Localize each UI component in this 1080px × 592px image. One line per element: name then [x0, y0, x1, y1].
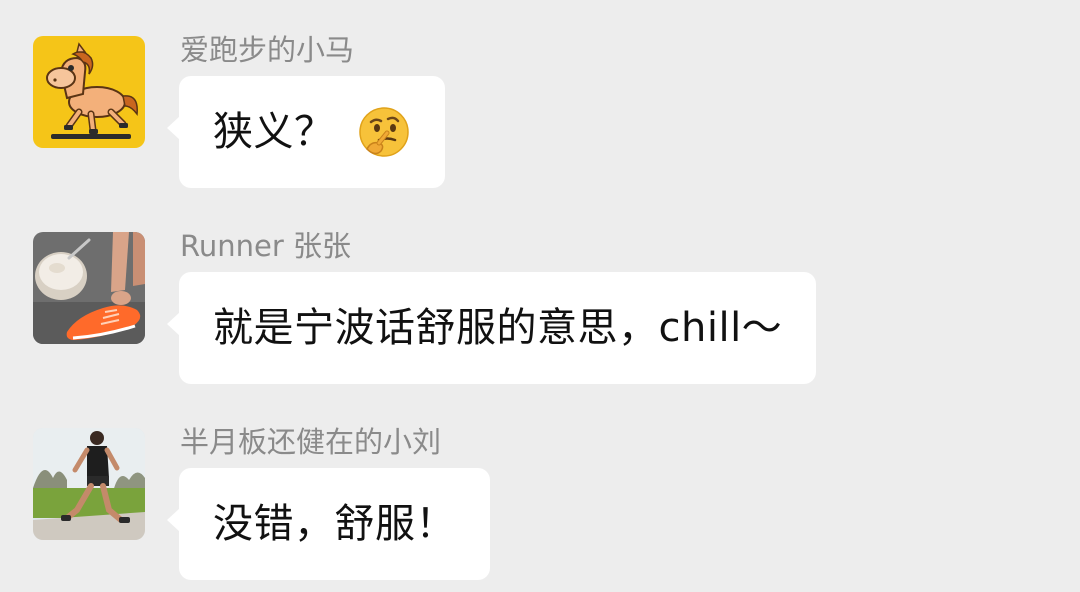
thinking-face-icon — [357, 105, 411, 159]
message-row: 爱跑步的小马 狭义？ — [0, 33, 1080, 188]
message-text: 没错，舒服！ — [213, 501, 456, 547]
runner-in-park-avatar-icon — [33, 428, 145, 540]
message-text: 狭义？ — [213, 109, 335, 155]
avatar[interactable] — [33, 428, 145, 540]
avatar[interactable] — [33, 232, 145, 344]
message-row: 半月板还健在的小刘 没错，舒服！ — [0, 425, 1080, 580]
pony-avatar-icon — [33, 36, 145, 148]
avatar[interactable] — [33, 36, 145, 148]
sender-name: Runner 张张 — [180, 229, 351, 263]
sender-name: 爱跑步的小马 — [180, 33, 355, 67]
message-text: 就是宁波话舒服的意思，chill～ — [213, 305, 783, 351]
sender-name: 半月板还健在的小刘 — [180, 425, 442, 459]
shoe-lacing-avatar-icon — [33, 232, 145, 344]
message-bubble[interactable]: 狭义？ — [167, 76, 445, 188]
message-row: Runner 张张 就是宁波话舒服的意思，chill～ — [0, 229, 1080, 384]
message-bubble[interactable]: 没错，舒服！ — [167, 468, 490, 580]
message-bubble[interactable]: 就是宁波话舒服的意思，chill～ — [166, 272, 817, 384]
